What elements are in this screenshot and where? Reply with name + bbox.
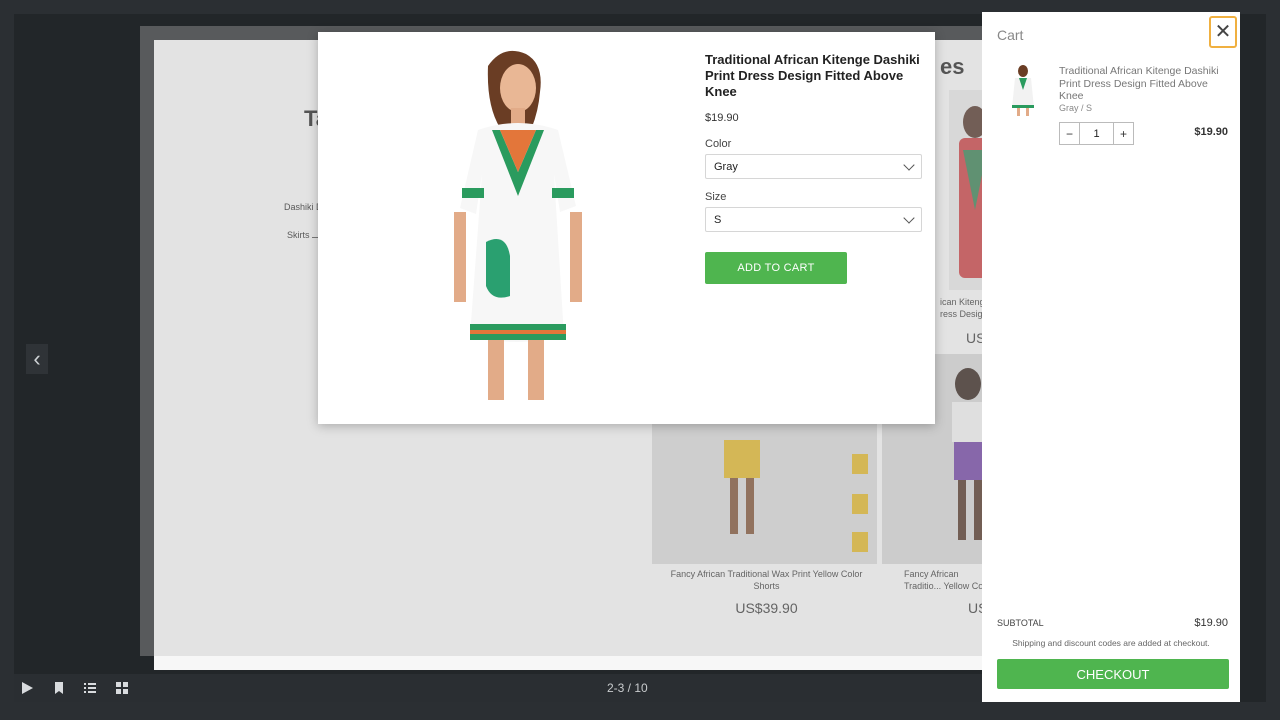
cart-item-variant: Gray / S <box>1059 103 1093 113</box>
decrease-quantity-button[interactable]: − <box>1060 123 1079 144</box>
color-label: Color <box>705 138 732 150</box>
subtotal-value: $19.90 <box>1194 617 1228 629</box>
cart-title: Cart <box>997 27 1024 43</box>
page-indicator: 2-3 / 10 <box>607 681 648 695</box>
cart-item-title[interactable]: Traditional African Kitenge Dashiki Prin… <box>1059 65 1229 103</box>
product-details: Traditional African Kitenge Dashiki Prin… <box>705 52 923 284</box>
product-price: $19.90 <box>705 112 739 124</box>
cart-drawer: Cart ✕ Traditional African Kitenge Dashi… <box>982 12 1240 702</box>
cart-item-thumbnail-icon <box>1012 65 1034 116</box>
shipping-note: Shipping and discount codes are added at… <box>1012 638 1210 648</box>
quantity-value[interactable]: 1 <box>1079 123 1114 144</box>
product-title: Traditional African Kitenge Dashiki Prin… <box>705 52 920 99</box>
previous-page-arrow-icon[interactable]: ‹ <box>26 344 48 374</box>
close-cart-button[interactable]: ✕ <box>1209 16 1237 48</box>
checkout-button[interactable]: CHECKOUT <box>997 659 1229 689</box>
product-quick-view-modal: Traditional African Kitenge Dashiki Prin… <box>318 32 935 424</box>
color-select-value: Gray <box>714 160 738 173</box>
size-select-value: S <box>714 213 722 226</box>
chevron-down-icon <box>903 158 915 171</box>
add-to-cart-button[interactable]: ADD TO CART <box>705 252 847 284</box>
color-select[interactable]: Gray <box>705 154 922 179</box>
play-icon[interactable] <box>20 681 34 695</box>
quantity-stepper: − 1 + <box>1059 122 1134 145</box>
subtotal-label: SUBTOTAL <box>997 618 1044 628</box>
chevron-down-icon <box>903 211 915 224</box>
size-select[interactable]: S <box>705 207 922 232</box>
dress-product-photo-icon <box>454 50 582 400</box>
bookmark-icon[interactable] <box>52 681 66 695</box>
cart-item-price: $19.90 <box>1194 126 1228 138</box>
size-label: Size <box>705 191 727 203</box>
list-icon[interactable] <box>83 681 97 695</box>
flipbook-toolbar: 2-3 / 10 <box>14 674 982 702</box>
grid-icon[interactable] <box>115 681 129 695</box>
increase-quantity-button[interactable]: + <box>1114 123 1133 144</box>
close-icon: ✕ <box>1214 21 1232 43</box>
